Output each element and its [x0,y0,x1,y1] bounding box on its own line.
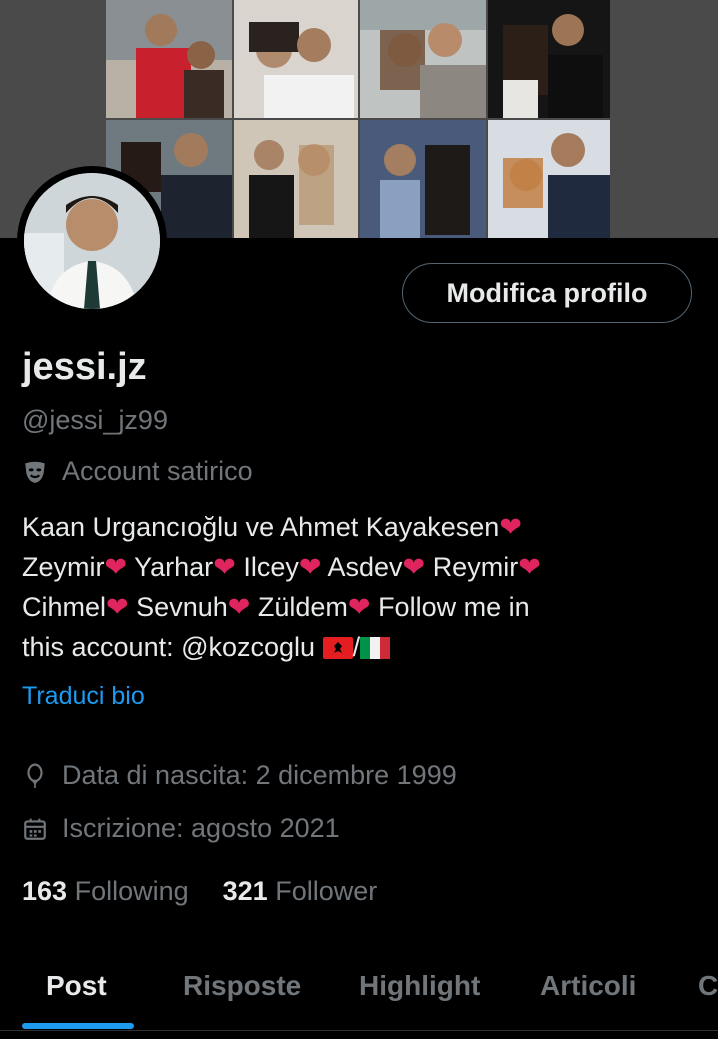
banner-photo-8 [488,120,610,238]
bio-line-2: Zeymir❤ Yarhar❤ Ilcey❤ Asdev❤ Reymir❤ [22,547,702,587]
italy-flag-icon [360,637,391,659]
banner-photo-6 [234,120,358,238]
banner-photo-3 [360,0,486,118]
bio-text: Asdev [327,552,403,582]
bio-text: / [352,632,361,662]
followers-label: Follower [275,876,378,906]
display-name: jessi.jz [22,346,147,388]
heart-icon: ❤ [499,512,522,542]
bio-text: Kaan Urgancıoğlu ve Ahmet Kayakesen [22,512,500,542]
following-link[interactable]: 163 Following [22,876,189,907]
tab-post[interactable]: Post [46,970,107,1002]
birthdate-text: Data di nascita: 2 dicembre 1999 [62,760,457,790]
active-tab-indicator [22,1023,134,1029]
avatar[interactable] [24,173,160,309]
bio-text: Cihmel [22,592,107,622]
account-label-text: Account satirico [62,456,253,486]
following-count: 163 [22,876,68,906]
theater-mask-icon [25,461,45,483]
bio-mention-text[interactable]: this account: @kozcoglu [22,632,315,662]
profile-bio: Kaan Urgancıoğlu ve Ahmet Kayakesen❤ Zey… [22,507,702,667]
tab-replies[interactable]: Risposte [183,970,301,1002]
bio-text: Sevnuh [136,592,228,622]
albania-flag-icon [322,637,353,659]
heart-icon: ❤ [347,592,371,622]
calendar-icon [24,818,46,840]
bio-text: Ilcey [243,552,299,582]
heart-icon: ❤ [518,552,541,582]
bio-line-4: this account: @kozcoglu / [22,627,702,667]
heart-icon: ❤ [104,552,128,582]
translate-bio-link[interactable]: Traduci bio [22,682,145,711]
bio-line-3: Cihmel❤ Sevnuh❤ Züldem❤ Follow me in [22,587,702,627]
tab-highlights[interactable]: Highlight [359,970,480,1002]
bio-text: Reymir [432,552,519,582]
balloon-icon [27,763,43,788]
profile-tabs: Post Risposte Highlight Articoli C [0,960,718,1030]
banner-photo-4 [488,0,610,118]
followers-count: 321 [222,876,268,906]
banner-photo-grid [106,0,610,238]
user-handle: @jessi_jz99 [22,405,168,435]
heart-icon: ❤ [106,592,129,622]
tabs-divider [0,1030,718,1031]
following-label: Following [74,876,189,906]
tab-articles[interactable]: Articoli [540,970,636,1002]
account-label: Account satirico [22,456,253,487]
banner-photo-2 [234,0,358,118]
banner-photo-7 [360,120,486,238]
banner-photo-1 [106,0,232,118]
heart-icon: ❤ [298,552,322,582]
followers-link[interactable]: 321 Follower [223,876,378,907]
heart-icon: ❤ [227,592,251,622]
bio-text: Yarhar [134,552,214,582]
bio-line-1: Kaan Urgancıoğlu ve Ahmet Kayakesen❤ [22,507,702,547]
joined-row: Iscrizione: agosto 2021 [22,813,340,844]
joined-text: Iscrizione: agosto 2021 [62,813,340,843]
birthdate-row: Data di nascita: 2 dicembre 1999 [22,760,457,791]
heart-icon: ❤ [213,552,236,582]
bio-text: Züldem [257,592,348,622]
heart-icon: ❤ [402,552,426,582]
bio-text: Follow me in [378,592,530,622]
bio-text: Zeymir [22,552,105,582]
tab-overflow[interactable]: C [698,970,718,1002]
follow-stats: 163 Following 321 Follower [22,876,411,907]
edit-profile-button[interactable]: Modifica profilo [402,263,692,323]
